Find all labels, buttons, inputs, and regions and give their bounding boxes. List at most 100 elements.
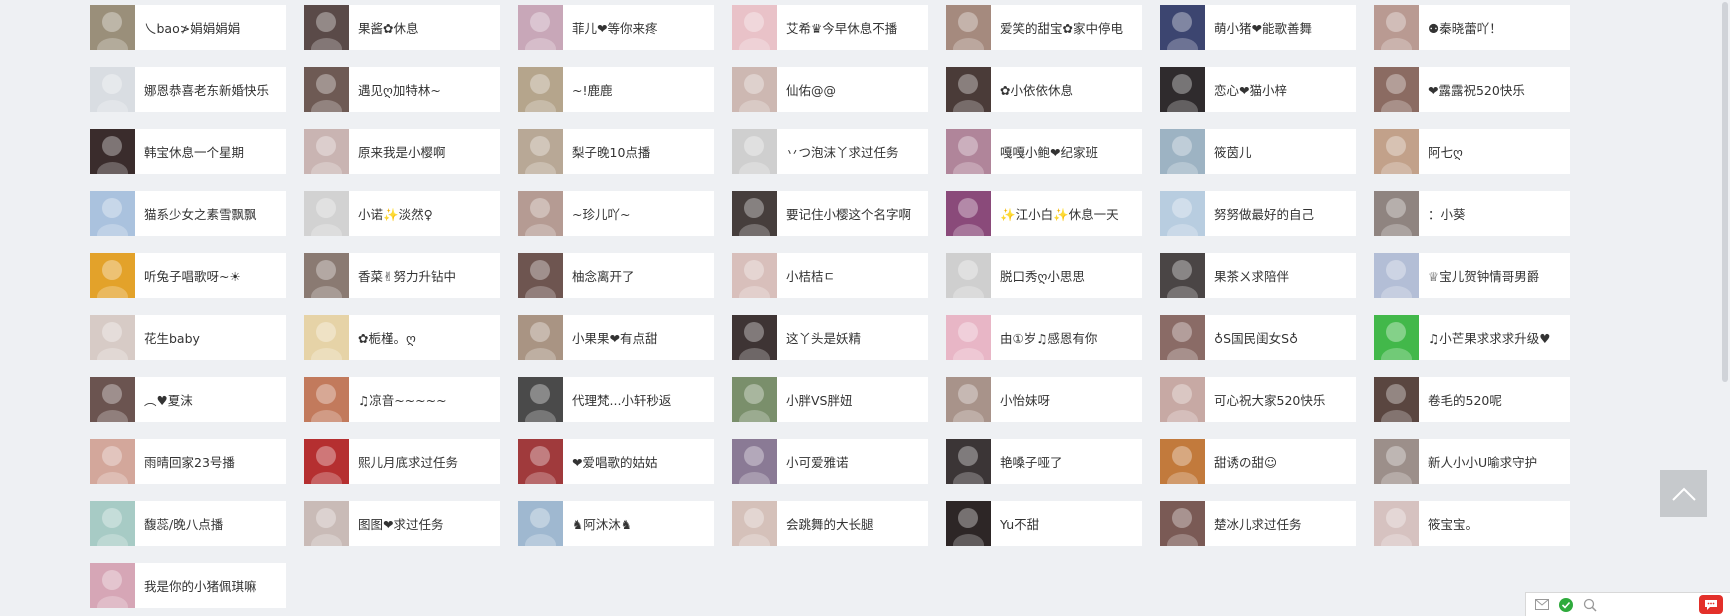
streamer-card[interactable]: 嘎嘎小鲍❤纪家班 [946,129,1142,174]
avatar[interactable] [518,377,563,422]
streamer-card[interactable]: 脱口秀ღ小思思 [946,253,1142,298]
avatar[interactable] [1160,253,1205,298]
streamer-name[interactable]: 筱宝宝。 [1428,514,1478,533]
streamer-card[interactable]: 听兔子唱歌呀~☀ [90,253,286,298]
streamer-name[interactable]: 小怡妹呀 [1000,390,1050,409]
streamer-card[interactable]: 果茶ㄨ求陪伴 [1160,253,1356,298]
streamer-card[interactable]: Yu不甜 [946,501,1142,546]
streamer-name[interactable]: 小胖VS胖妞 [786,390,853,409]
streamer-card[interactable]: 果酱✿休息 [304,5,500,50]
streamer-card[interactable]: 熙儿月底求过任务 [304,439,500,484]
streamer-name[interactable]: 娜恩恭喜老东新婚快乐 [144,80,269,99]
avatar[interactable] [946,501,991,546]
streamer-card[interactable]: 馥蕊/晚八点播 [90,501,286,546]
streamer-card[interactable]: 小诺✨淡然♀ [304,191,500,236]
streamer-card[interactable]: 甜诱の甜☺ [1160,439,1356,484]
avatar[interactable] [1374,501,1419,546]
streamer-name[interactable]: 艾希♛今早休息不播 [786,18,897,37]
streamer-name[interactable]: 甜诱の甜☺ [1214,452,1277,471]
streamer-name[interactable]: 仙佑@@ [786,80,836,99]
avatar[interactable] [90,377,135,422]
avatar[interactable] [946,5,991,50]
avatar[interactable] [304,191,349,236]
avatar[interactable] [1160,191,1205,236]
streamer-card[interactable]: 柚念离开了 [518,253,714,298]
streamer-name[interactable]: ♞阿沐沐♞ [572,514,632,533]
streamer-card[interactable]: 艾希♛今早休息不播 [732,5,928,50]
streamer-card[interactable]: 这丫头是妖精 [732,315,928,360]
streamer-name[interactable]: 萌小猪❤能歌善舞 [1214,18,1312,37]
streamer-name[interactable]: ~!鹿鹿 [572,80,613,99]
avatar[interactable] [946,439,991,484]
avatar[interactable] [1160,5,1205,50]
streamer-card[interactable]: 小桔桔ㄷ [732,253,928,298]
avatar[interactable] [732,5,777,50]
streamer-name[interactable]: 猫系少女之素雪飘飘 [144,204,257,223]
streamer-name[interactable]: 卷毛的520呢 [1428,390,1502,409]
avatar[interactable] [946,315,991,360]
streamer-card[interactable]: ♁S国民闺女S♁ [1160,315,1356,360]
streamer-card[interactable]: 花生baby [90,315,286,360]
streamer-card[interactable]: 要记住小樱这个名字啊 [732,191,928,236]
streamer-card[interactable]: 阿七ღ [1374,129,1570,174]
streamer-card[interactable]: 小果果❤有点甜 [518,315,714,360]
streamer-name[interactable]: 乀bao≯娟娟娟娟 [144,18,240,37]
streamer-name[interactable]: Yu不甜 [1000,514,1039,533]
streamer-name[interactable]: 这丫头是妖精 [786,328,861,347]
avatar[interactable] [304,315,349,360]
avatar[interactable] [732,67,777,112]
streamer-card[interactable]: 遇见ღ加特林~ [304,67,500,112]
avatar[interactable] [1160,315,1205,360]
chat-button[interactable] [1699,595,1723,614]
streamer-card[interactable]: 代理梵...小轩秒返 [518,377,714,422]
streamer-name[interactable]: ♕宝儿贺钟情哥男爵 [1428,266,1539,285]
avatar[interactable] [90,439,135,484]
streamer-card[interactable]: 由①岁♫感恩有你 [946,315,1142,360]
avatar[interactable] [90,315,135,360]
streamer-name[interactable]: 雨晴回家23号播 [144,452,235,471]
streamer-name[interactable]: 爱笑的甜宝✿家中停电 [1000,18,1123,37]
streamer-card[interactable]: ❤露露祝520快乐 [1374,67,1570,112]
streamer-card[interactable]: ✿小依依休息 [946,67,1142,112]
avatar[interactable] [732,129,777,174]
back-to-top-button[interactable] [1660,470,1707,517]
avatar[interactable] [1374,315,1419,360]
streamer-card[interactable]: 乀bao≯娟娟娟娟 [90,5,286,50]
streamer-card[interactable]: 梨子晚10点播 [518,129,714,174]
streamer-name[interactable]: 会跳舞的大长腿 [786,514,874,533]
streamer-name[interactable]: 筱茵儿 [1214,142,1252,161]
avatar[interactable] [90,5,135,50]
avatar[interactable] [1160,377,1205,422]
streamer-name[interactable]: 楚冰儿求过任务 [1214,514,1302,533]
streamer-name[interactable]: ✿栀槿。ღ [358,328,416,347]
streamer-name[interactable]: 小果果❤有点甜 [572,328,657,347]
streamer-card[interactable]: 卷毛的520呢 [1374,377,1570,422]
streamer-card[interactable]: 小可爱雅诺 [732,439,928,484]
streamer-card[interactable]: 猫系少女之素雪飘飘 [90,191,286,236]
streamer-name[interactable]: 代理梵...小轩秒返 [572,390,671,409]
avatar[interactable] [946,253,991,298]
avatar[interactable] [90,253,135,298]
streamer-name[interactable]: 柚念离开了 [572,266,635,285]
avatar[interactable] [732,439,777,484]
avatar[interactable] [1374,129,1419,174]
streamer-card[interactable]: 楚冰儿求过任务 [1160,501,1356,546]
avatar[interactable] [1374,191,1419,236]
avatar[interactable] [1374,377,1419,422]
streamer-card[interactable]: 雨晴回家23号播 [90,439,286,484]
streamer-name[interactable]: ：小葵 [1428,204,1466,223]
streamer-name[interactable]: 遇见ღ加特林~ [358,80,441,99]
avatar[interactable] [518,253,563,298]
streamer-card[interactable]: ~珍儿吖~ [518,191,714,236]
streamer-card[interactable]: 我是你的小猪佩琪嘛 [90,563,286,608]
avatar[interactable] [1160,129,1205,174]
streamer-name[interactable]: 丷つ泡沫丫求过任务 [786,142,899,161]
streamer-card[interactable]: 艳嗓子哑了 [946,439,1142,484]
streamer-name[interactable]: 脱口秀ღ小思思 [1000,266,1085,285]
check-circle-icon[interactable] [1558,597,1574,613]
streamer-name[interactable]: 新人小小U喻求守护 [1428,452,1537,471]
streamer-name[interactable]: 努努做最好的自己 [1214,204,1314,223]
streamer-name[interactable]: ♫凉音~~~~~ [358,390,447,409]
streamer-name[interactable]: 韩宝休息一个星期 [144,142,244,161]
streamer-name[interactable]: 艳嗓子哑了 [1000,452,1063,471]
